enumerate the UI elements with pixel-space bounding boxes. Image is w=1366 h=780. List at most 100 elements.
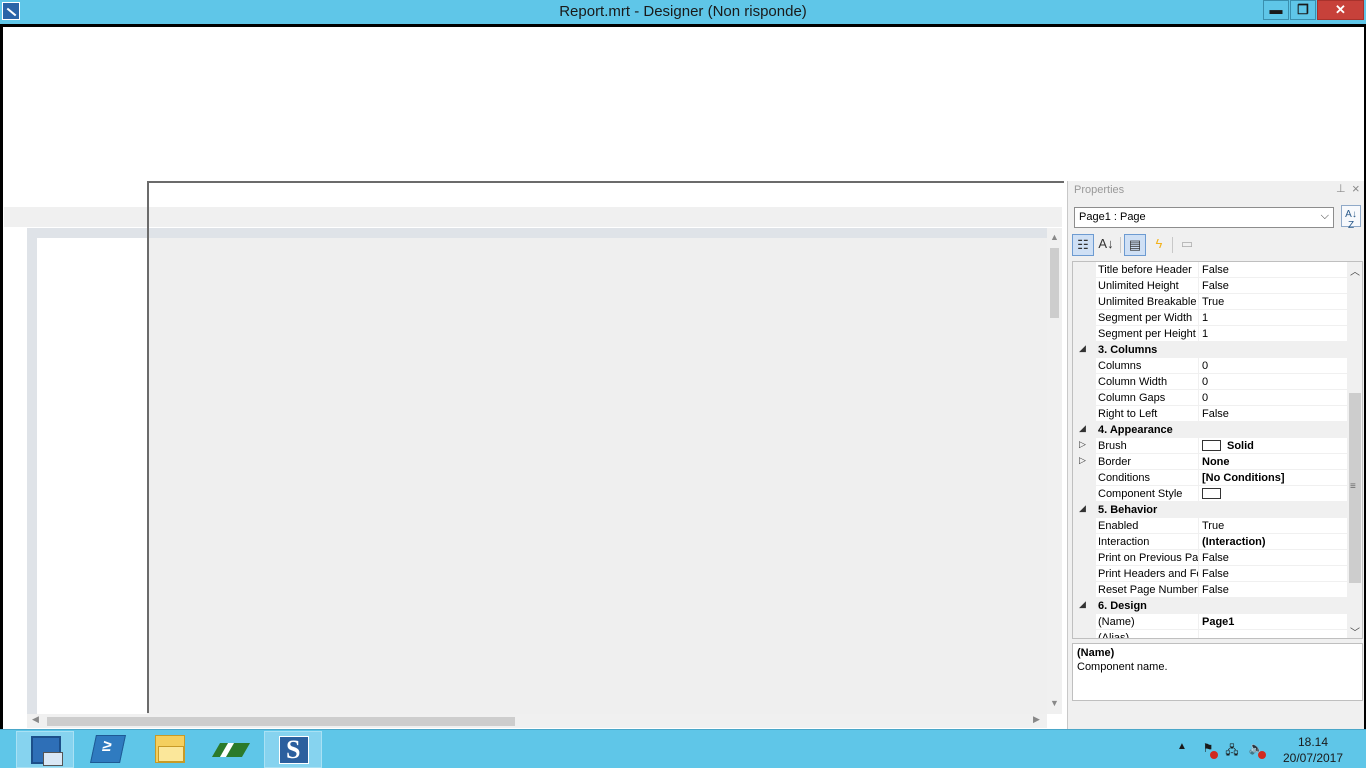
taskbar-app-file-explorer[interactable] [141, 731, 199, 768]
row-gutter: ▷ [1073, 454, 1096, 470]
property-grid-scrollbar[interactable]: ︿ ≡ ﹀ [1347, 262, 1362, 638]
scroll-thumb[interactable]: ≡ [1349, 393, 1361, 583]
property-value[interactable]: False [1199, 262, 1347, 278]
minimize-button[interactable]: ▬ [1263, 0, 1289, 20]
scroll-up-icon[interactable]: ︿ [1350, 263, 1360, 278]
collapse-triangle-icon[interactable]: ◢ [1079, 599, 1086, 610]
property-row[interactable]: Interaction (Interaction) [1073, 534, 1347, 550]
property-row[interactable]: Segment per Width 1 [1073, 310, 1347, 326]
scroll-thumb[interactable] [1050, 248, 1059, 318]
property-name: Column Width [1096, 374, 1199, 390]
network-icon[interactable]: 🖧 [1224, 741, 1240, 757]
events-view-button[interactable]: ϟ [1148, 234, 1170, 256]
object-selector-value: Page1 : Page [1079, 211, 1146, 223]
designer-vertical-scrollbar[interactable]: ▲ ▼ [1047, 228, 1062, 714]
property-value[interactable]: Page1 [1199, 614, 1347, 630]
tray-chevron-up-icon[interactable]: ▲ [1177, 741, 1187, 780]
property-value[interactable] [1199, 486, 1347, 502]
property-value[interactable]: False [1199, 582, 1347, 598]
close-button[interactable]: ✕ [1317, 0, 1364, 20]
row-gutter [1073, 470, 1096, 486]
properties-view-button[interactable]: ▤ [1124, 234, 1146, 256]
categorized-view-button[interactable]: ☷ [1072, 234, 1094, 256]
property-row[interactable]: Print on Previous Pa False [1073, 550, 1347, 566]
property-name: Unlimited Breakable [1096, 294, 1199, 310]
property-category-row[interactable]: ◢ 6. Design [1073, 598, 1347, 614]
property-value[interactable]: 0 [1199, 374, 1347, 390]
property-row[interactable]: Column Gaps 0 [1073, 390, 1347, 406]
property-pages-button[interactable]: ▭ [1176, 234, 1198, 256]
property-row[interactable]: Right to Left False [1073, 406, 1347, 422]
property-value[interactable]: False [1199, 278, 1347, 294]
property-value[interactable]: 1 [1199, 310, 1347, 326]
property-row[interactable]: (Name) Page1 [1073, 614, 1347, 630]
property-category-row[interactable]: ◢ 4. Appearance [1073, 422, 1347, 438]
expand-triangle-icon[interactable]: ▷ [1079, 455, 1086, 466]
property-name: Print Headers and Fo [1096, 566, 1199, 582]
expand-triangle-icon[interactable]: ▷ [1079, 439, 1086, 450]
action-center-icon[interactable]: ⚑ [1200, 741, 1218, 759]
property-value[interactable]: False [1199, 550, 1347, 566]
report-page-canvas[interactable] [37, 238, 1047, 714]
window-title: Report.mrt - Designer (Non risponde) [559, 3, 807, 20]
pin-icon[interactable]: ⊥ [1336, 182, 1346, 195]
taskbar-app-stimulsoft[interactable] [264, 731, 322, 768]
row-gutter [1073, 406, 1096, 422]
property-value[interactable]: True [1199, 294, 1347, 310]
property-row[interactable]: Unlimited Height False [1073, 278, 1347, 294]
property-row[interactable]: Title before Header False [1073, 262, 1347, 278]
property-row[interactable]: Columns 0 [1073, 358, 1347, 374]
scroll-up-icon[interactable]: ▲ [1050, 232, 1059, 242]
property-value[interactable]: 1 [1199, 326, 1347, 342]
property-value[interactable]: [No Conditions] [1199, 470, 1347, 486]
property-value-text: True [1202, 520, 1225, 532]
collapse-triangle-icon[interactable]: ◢ [1079, 423, 1086, 434]
close-panel-icon[interactable]: × [1352, 181, 1360, 196]
properties-panel: Properties ⊥ × Page1 : Page ⌵ A↓ Z ☷ A↓ ▤… [1067, 181, 1364, 729]
property-value[interactable]: 0 [1199, 358, 1347, 374]
property-value[interactable]: Solid [1199, 438, 1347, 454]
scroll-down-icon[interactable]: ▼ [1050, 698, 1059, 708]
volume-muted-icon[interactable]: 🔈 [1248, 741, 1266, 759]
collapse-triangle-icon[interactable]: ◢ [1079, 503, 1086, 514]
property-value[interactable]: False [1199, 566, 1347, 582]
row-gutter [1073, 294, 1096, 310]
scroll-left-icon[interactable]: ◀ [32, 714, 39, 725]
property-row[interactable]: Unlimited Breakable True [1073, 294, 1347, 310]
property-category-row[interactable]: ◢ 3. Columns [1073, 342, 1347, 358]
taskbar-app-gis[interactable] [202, 731, 260, 768]
property-row[interactable]: Column Width 0 [1073, 374, 1347, 390]
scroll-down-icon[interactable]: ﹀ [1350, 624, 1360, 638]
property-row[interactable]: Conditions [No Conditions] [1073, 470, 1347, 486]
property-row[interactable]: ▷ Border None [1073, 454, 1347, 470]
restore-button[interactable]: ❐ [1290, 0, 1316, 20]
property-row[interactable]: Enabled True [1073, 518, 1347, 534]
designer-horizontal-scrollbar[interactable]: ◀ ▶ [27, 714, 1047, 728]
property-row[interactable]: Segment per Height 1 [1073, 326, 1347, 342]
property-value[interactable]: None [1199, 454, 1347, 470]
scroll-right-icon[interactable]: ▶ [1033, 714, 1040, 725]
property-row[interactable]: Component Style [1073, 486, 1347, 502]
property-row[interactable]: Print Headers and Fo False [1073, 566, 1347, 582]
property-value-text: None [1202, 456, 1230, 468]
collapse-triangle-icon[interactable]: ◢ [1079, 343, 1086, 354]
alphabetical-view-button[interactable]: A↓ [1095, 234, 1117, 256]
taskbar-app-powershell[interactable] [79, 731, 137, 768]
object-selector-dropdown[interactable]: Page1 : Page ⌵ [1074, 207, 1334, 228]
property-category-row[interactable]: ◢ 5. Behavior [1073, 502, 1347, 518]
chevron-down-icon: ⌵ [1320, 210, 1329, 222]
property-row[interactable]: ▷ Brush Solid [1073, 438, 1347, 454]
property-value[interactable]: False [1199, 406, 1347, 422]
clock-date: 20/07/2017 [1282, 751, 1344, 765]
taskbar-app-server-manager[interactable] [16, 731, 74, 768]
property-value[interactable]: True [1199, 518, 1347, 534]
property-row[interactable]: (Alias) [1073, 630, 1347, 638]
system-clock[interactable]: 18.14 20/07/2017 [1278, 734, 1348, 766]
sort-az-button[interactable]: A↓ Z [1341, 205, 1361, 231]
property-value[interactable]: (Interaction) [1199, 534, 1347, 550]
property-value[interactable]: 0 [1199, 390, 1347, 406]
scroll-thumb[interactable] [47, 717, 515, 726]
row-gutter [1073, 390, 1096, 406]
property-value[interactable] [1199, 630, 1347, 638]
property-row[interactable]: Reset Page Number False [1073, 582, 1347, 598]
